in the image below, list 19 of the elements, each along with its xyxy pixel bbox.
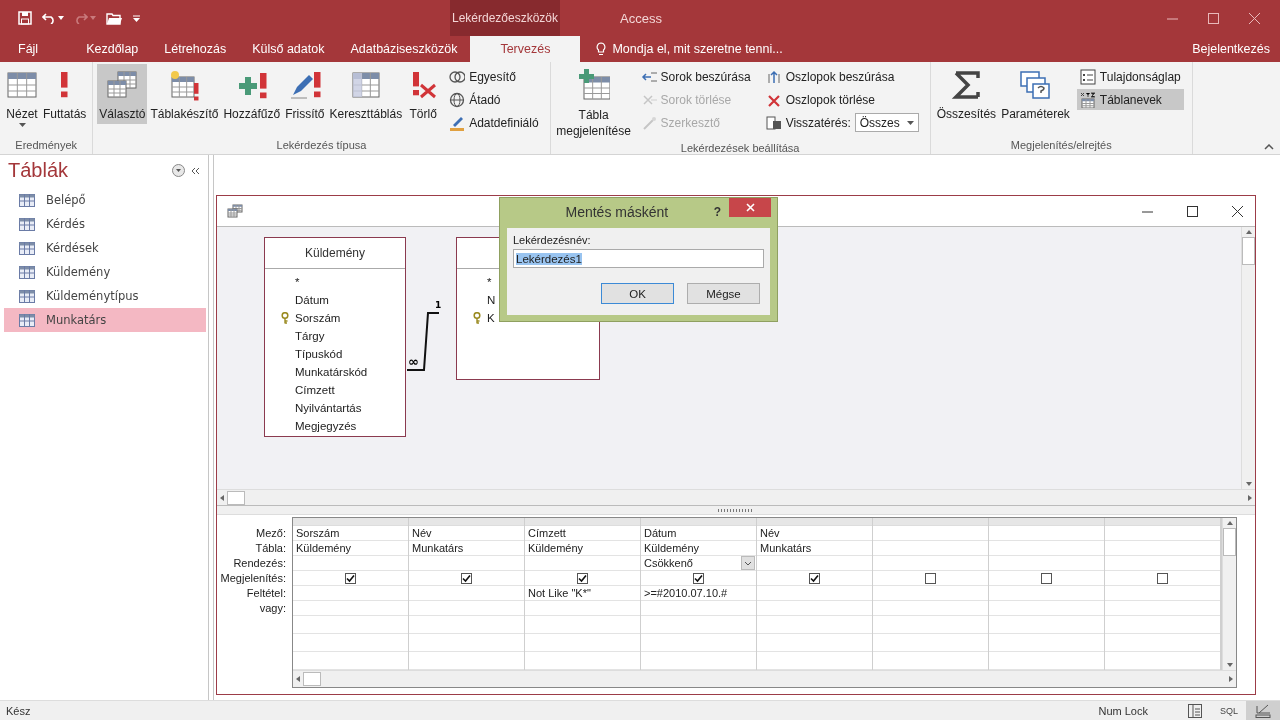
row-label: Tábla: (255, 541, 286, 556)
dropdown-label: Visszatérés: (785, 115, 851, 130)
status-text: Kész (6, 704, 31, 717)
table-title: Küldemény (304, 246, 365, 261)
dialog-title: Mentés másként (564, 203, 670, 220)
row-label: Rendezés: (233, 556, 286, 571)
num-lock-indicator: Num Lock (1098, 704, 1148, 717)
row-label: Megjelenítés: (220, 571, 286, 586)
row-label: Mező: (256, 526, 286, 541)
group-label: Eredmények (14, 139, 79, 153)
field-label: Lekérdezésnév: (513, 234, 592, 246)
context-tab-label: Lekérdezőeszközök (450, 0, 560, 36)
group-label: Lekérdezés típusa (275, 139, 368, 153)
pane-title: Táblák (8, 159, 69, 182)
row-label: Feltétel: (246, 586, 286, 601)
group-label: Megjelenítés/elrejtés (1009, 139, 1113, 153)
group-label: Lekérdezések beállítása (679, 142, 801, 156)
row-label: vagy: (259, 601, 286, 616)
app-title: Access (620, 10, 662, 26)
